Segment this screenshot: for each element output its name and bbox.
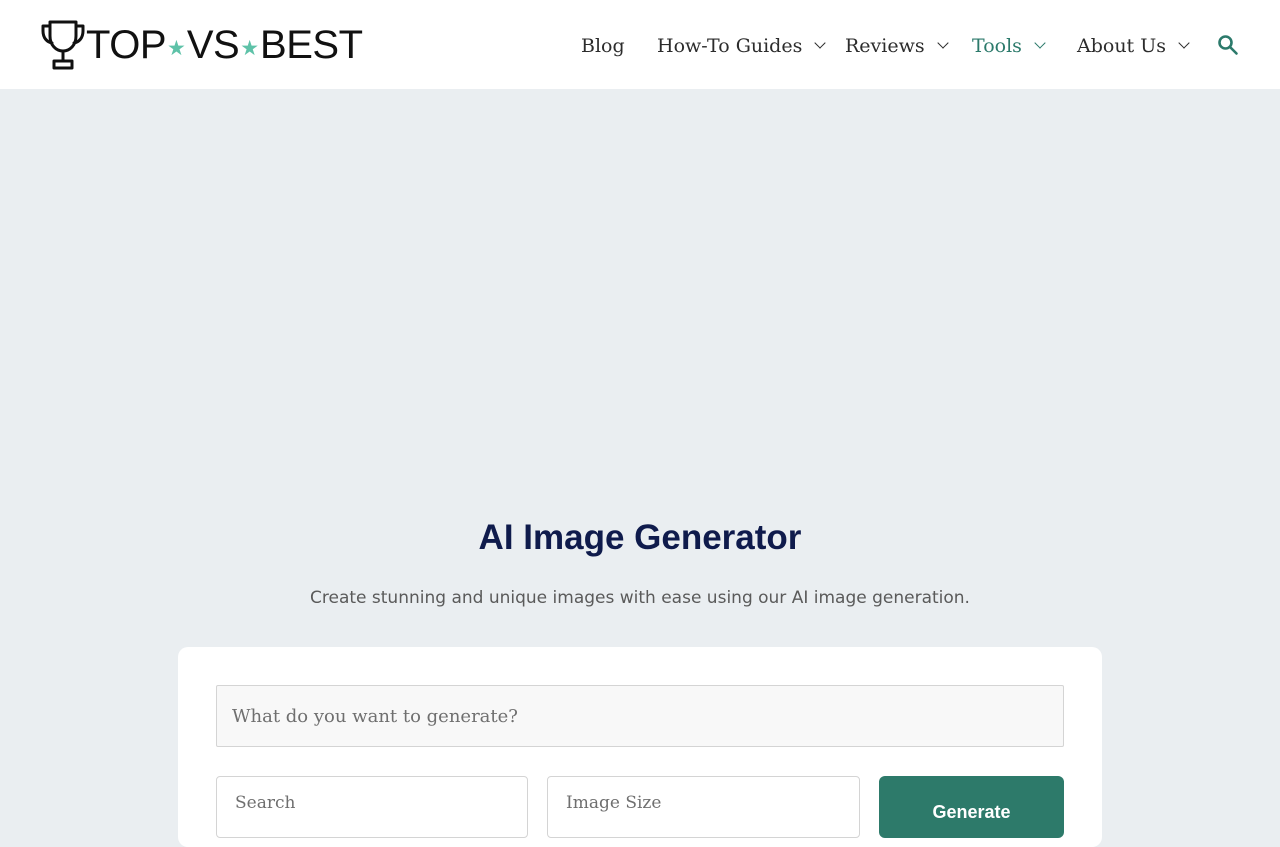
image-size-select[interactable]: Image Size — [547, 776, 860, 838]
nav-item-label: How-To Guides — [657, 35, 803, 57]
ad-placeholder — [0, 89, 1280, 489]
nav-item-label: Reviews — [845, 35, 925, 57]
style-select-label: Search — [235, 793, 296, 813]
page-title: AI Image Generator — [478, 518, 802, 557]
nav-item-tools[interactable]: Tools — [972, 31, 1046, 61]
search-icon — [1218, 35, 1238, 55]
chevron-down-icon — [814, 37, 827, 49]
image-size-select-label: Image Size — [566, 793, 662, 813]
page-subtitle: Create stunning and unique images with e… — [310, 588, 970, 608]
site-header: TOP ★ VS ★ BEST Blog How-To Guides Revie… — [0, 0, 1280, 89]
chevron-down-icon — [1178, 37, 1190, 49]
main-nav: Blog How-To Guides Reviews Tools About U… — [0, 0, 1280, 89]
nav-item-how-to-guides[interactable]: How-To Guides — [657, 31, 827, 61]
chevron-down-icon — [1034, 37, 1046, 49]
nav-item-reviews[interactable]: Reviews — [845, 31, 949, 61]
nav-item-blog[interactable]: Blog — [581, 31, 625, 61]
style-select[interactable]: Search — [216, 776, 528, 838]
generate-button[interactable]: Generate — [879, 776, 1064, 838]
search-button[interactable] — [1216, 33, 1240, 57]
nav-item-label: Blog — [581, 35, 625, 57]
nav-item-label: About Us — [1077, 35, 1166, 57]
prompt-input[interactable] — [216, 685, 1064, 747]
nav-item-label: Tools — [972, 35, 1022, 57]
generator-card: Search Image Size Generate — [178, 647, 1102, 847]
nav-item-about-us[interactable]: About Us — [1077, 31, 1190, 61]
chevron-down-icon — [936, 37, 949, 49]
